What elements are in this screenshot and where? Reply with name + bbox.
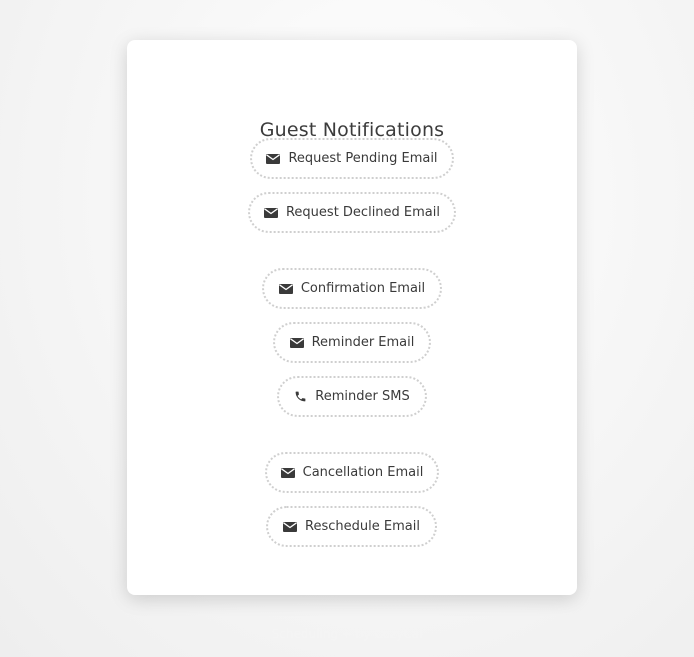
- phone-icon: [294, 390, 307, 403]
- envelope-icon: [280, 467, 295, 478]
- confirmation-email-button[interactable]: Confirmation Email: [262, 268, 442, 309]
- envelope-icon: [266, 153, 281, 164]
- button-label: Reminder SMS: [315, 389, 410, 404]
- button-label: Cancellation Email: [302, 465, 424, 480]
- button-label: Confirmation Email: [300, 281, 426, 296]
- envelope-icon: [289, 337, 304, 348]
- button-label: Reschedule Email: [305, 519, 420, 534]
- button-label: Request Pending Email: [288, 151, 438, 166]
- request-pending-email-button[interactable]: Request Pending Email: [250, 138, 454, 179]
- footer-credit[interactable]: Scheduling + by CozyCal: [0, 627, 694, 641]
- reschedule-email-button[interactable]: Reschedule Email: [266, 506, 437, 547]
- button-label: Request Declined Email: [285, 205, 440, 220]
- reminder-sms-button[interactable]: Reminder SMS: [277, 376, 427, 417]
- envelope-icon: [263, 207, 278, 218]
- envelope-icon: [283, 521, 298, 532]
- reminder-email-button[interactable]: Reminder Email: [273, 322, 431, 363]
- envelope-icon: [278, 283, 293, 294]
- request-declined-email-button[interactable]: Request Declined Email: [248, 192, 456, 233]
- cancellation-email-button[interactable]: Cancellation Email: [265, 452, 439, 493]
- button-label: Reminder Email: [311, 335, 415, 350]
